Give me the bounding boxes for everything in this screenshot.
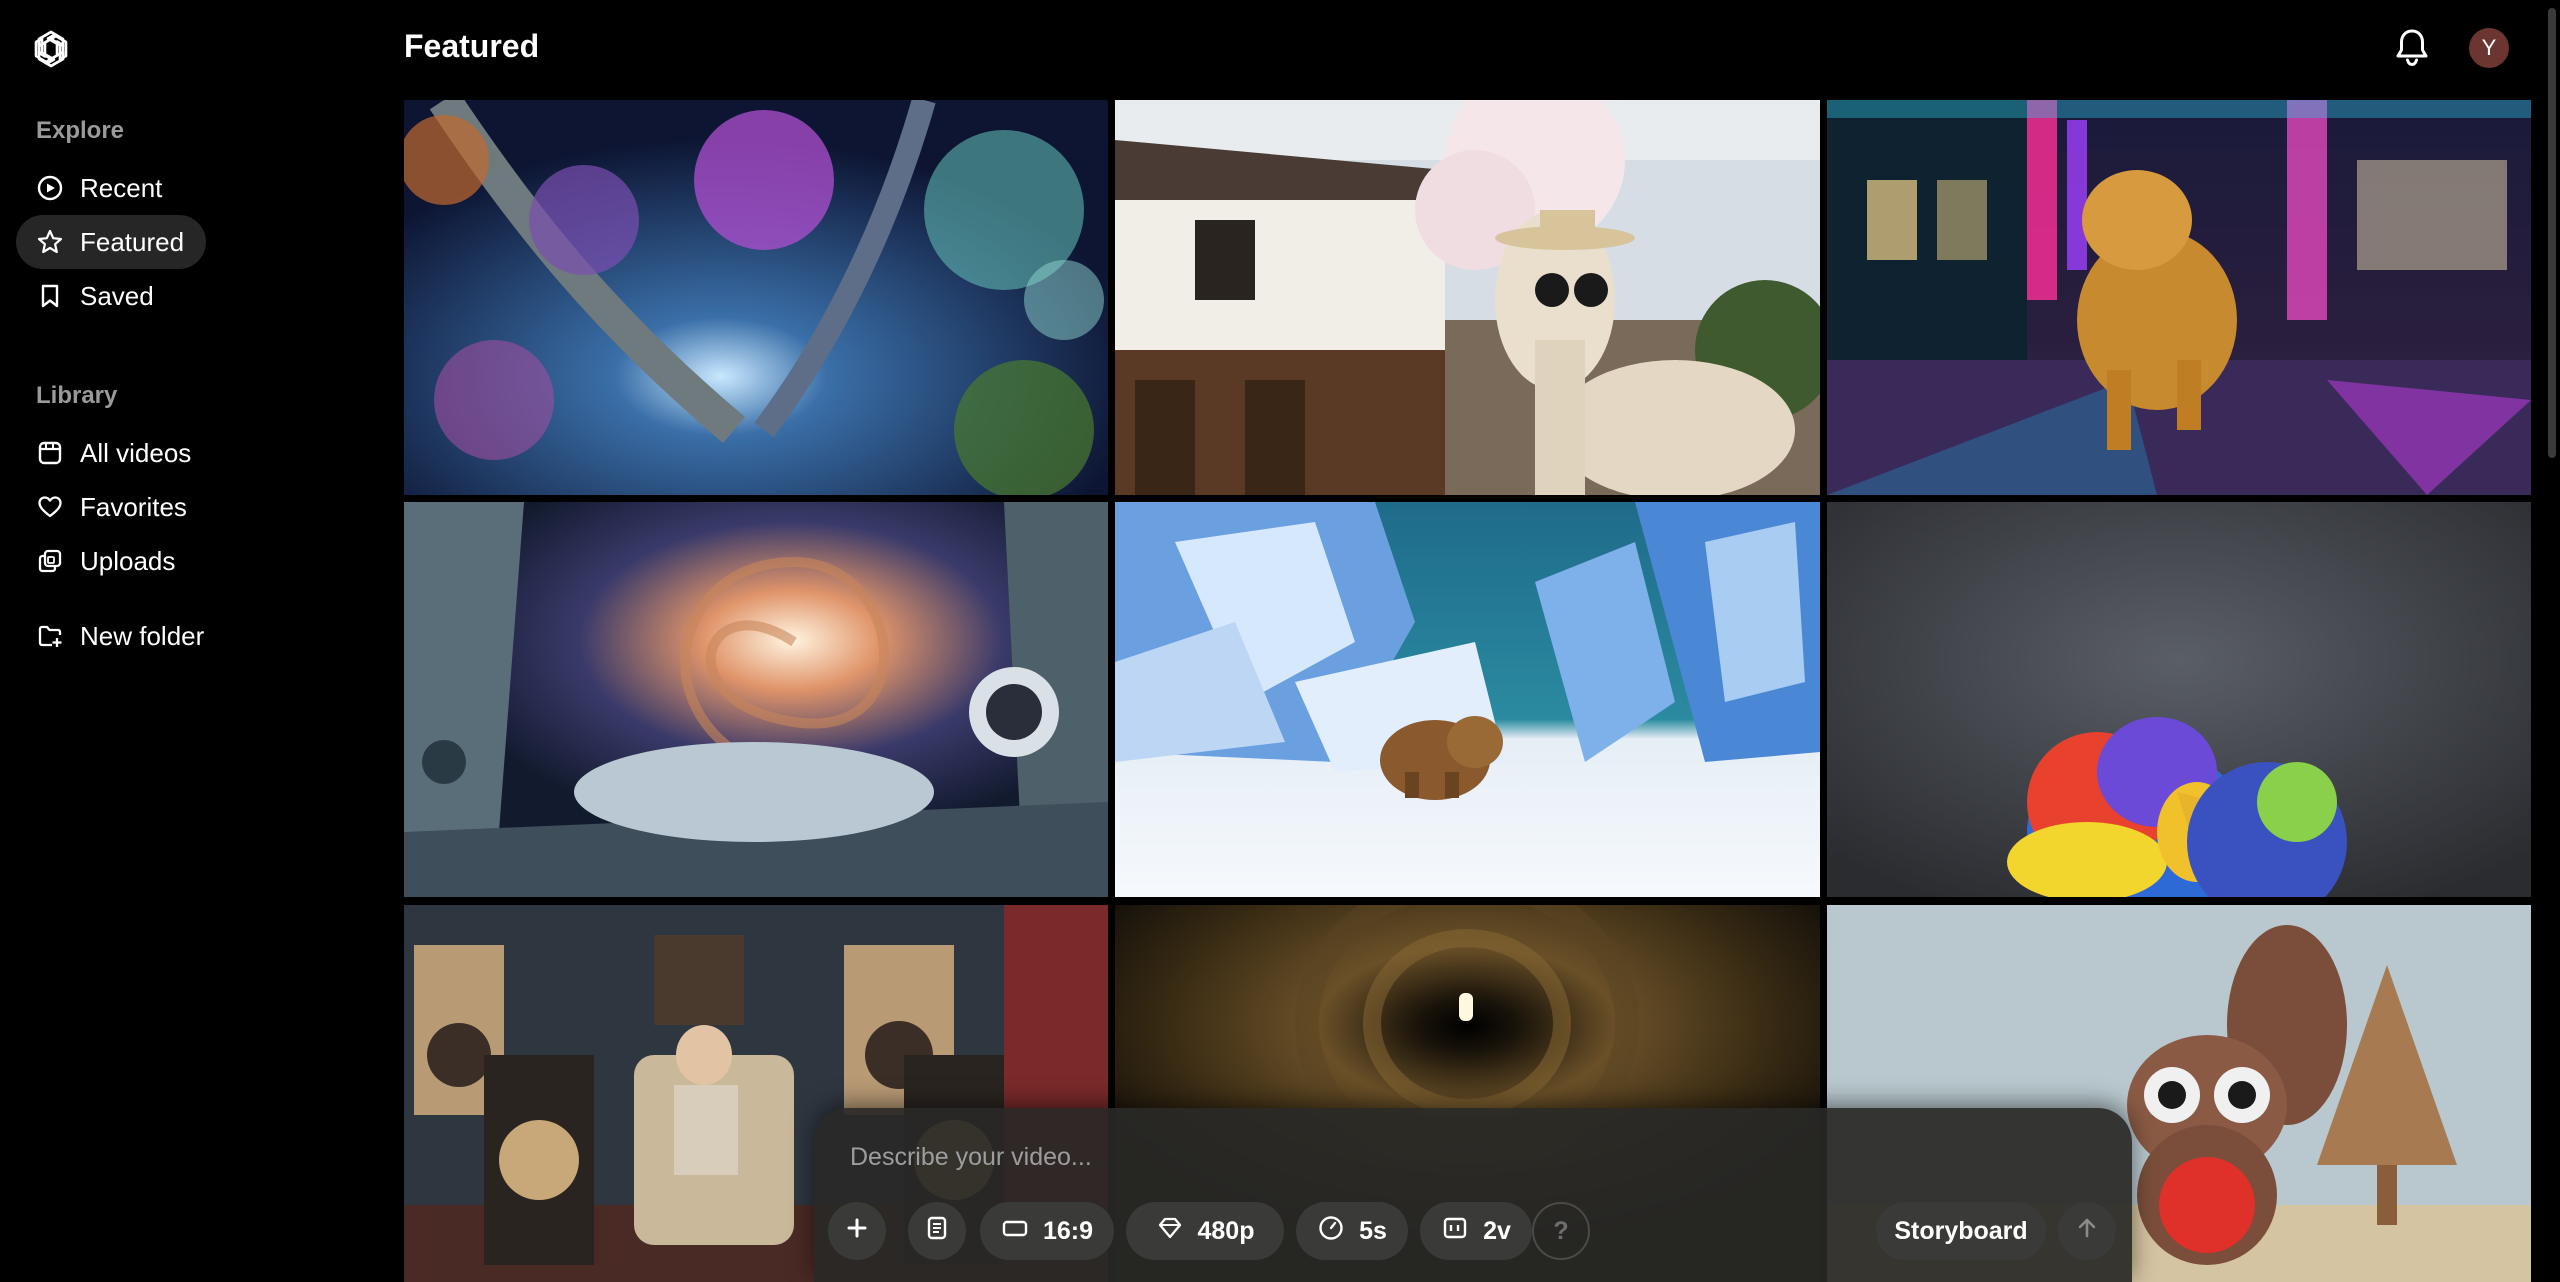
notifications-bell-icon[interactable] [2392, 26, 2432, 70]
page-title: Featured [404, 28, 540, 64]
sidebar-item-label: Recent [80, 172, 163, 203]
sidebar-item-label: All videos [80, 437, 192, 468]
plus-icon [843, 1214, 871, 1249]
sidebar-item-label: Featured [80, 226, 185, 257]
sidebar-item-uploads[interactable]: Uploads [16, 534, 206, 588]
sidebar-item-label: New folder [80, 620, 205, 651]
video-grid-icon [36, 439, 64, 467]
duration-button[interactable]: 5s [1296, 1202, 1408, 1260]
avatar[interactable]: Y [2469, 28, 2509, 68]
heart-icon [36, 493, 64, 521]
uploads-icon [36, 547, 64, 575]
play-circle-icon [36, 174, 64, 202]
aspect-ratio-label: 16:9 [1042, 1216, 1094, 1245]
sidebar-item-saved[interactable]: Saved [16, 269, 206, 323]
storyboard-button[interactable]: Storyboard [1876, 1202, 2046, 1260]
video-thumbnail[interactable] [404, 502, 1108, 897]
sidebar-item-featured[interactable]: Featured [16, 215, 206, 269]
fantasy-forest-image [404, 100, 1108, 495]
variations-icon [1441, 1214, 1469, 1249]
folder-plus-icon [36, 622, 64, 650]
clock-icon [1317, 1214, 1345, 1249]
openai-logo-icon[interactable] [30, 28, 72, 70]
help-button[interactable]: ? [1532, 1202, 1590, 1260]
sidebar-item-label: Uploads [80, 545, 176, 576]
camel-japan-image [1115, 100, 1820, 495]
add-button[interactable] [828, 1202, 886, 1260]
video-thumbnail[interactable] [1827, 502, 2531, 897]
parrot-image [1827, 502, 2531, 897]
astronaut-galaxy-image [404, 502, 1108, 897]
sidebar-item-favorites[interactable]: Favorites [16, 480, 206, 534]
explore-heading: Explore [36, 117, 125, 144]
prompt-input[interactable] [848, 1134, 2052, 1180]
diamond-icon [1156, 1214, 1184, 1249]
resolution-button[interactable]: 480p [1126, 1202, 1284, 1260]
star-icon [36, 228, 64, 256]
video-composer: 16:9 480p 5s 2v ? Storyboard [814, 1108, 2132, 1282]
submit-button[interactable] [2058, 1202, 2116, 1260]
bookmark-icon [36, 282, 64, 310]
dog-neon-city-image [1827, 100, 2531, 495]
duration-label: 5s [1359, 1216, 1387, 1245]
new-folder-button[interactable]: New folder [16, 609, 246, 663]
video-thumbnail[interactable] [404, 100, 1108, 495]
video-thumbnail[interactable] [1827, 100, 2531, 495]
sidebar: Explore Recent Featured Saved Library Al… [0, 0, 384, 1282]
variations-button[interactable]: 2v [1420, 1202, 1532, 1260]
sidebar-item-label: Favorites [80, 491, 187, 522]
library-heading: Library [36, 382, 118, 409]
video-thumbnail[interactable] [1115, 502, 1820, 897]
page-scrollbar[interactable] [2548, 8, 2556, 458]
sidebar-item-all-videos[interactable]: All videos [16, 426, 206, 480]
resolution-label: 480p [1197, 1216, 1255, 1245]
presets-button[interactable] [908, 1202, 966, 1260]
sidebar-item-label: Saved [80, 280, 154, 311]
sidebar-item-recent[interactable]: Recent [16, 161, 206, 215]
video-thumbnail[interactable] [1115, 100, 1820, 495]
aspect-ratio-icon [1001, 1214, 1029, 1249]
document-icon [923, 1214, 951, 1249]
variations-label: 2v [1483, 1216, 1511, 1245]
aspect-ratio-button[interactable]: 16:9 [980, 1202, 1114, 1260]
arrow-up-icon [2073, 1214, 2101, 1249]
mammoth-ice-image [1115, 502, 1820, 897]
